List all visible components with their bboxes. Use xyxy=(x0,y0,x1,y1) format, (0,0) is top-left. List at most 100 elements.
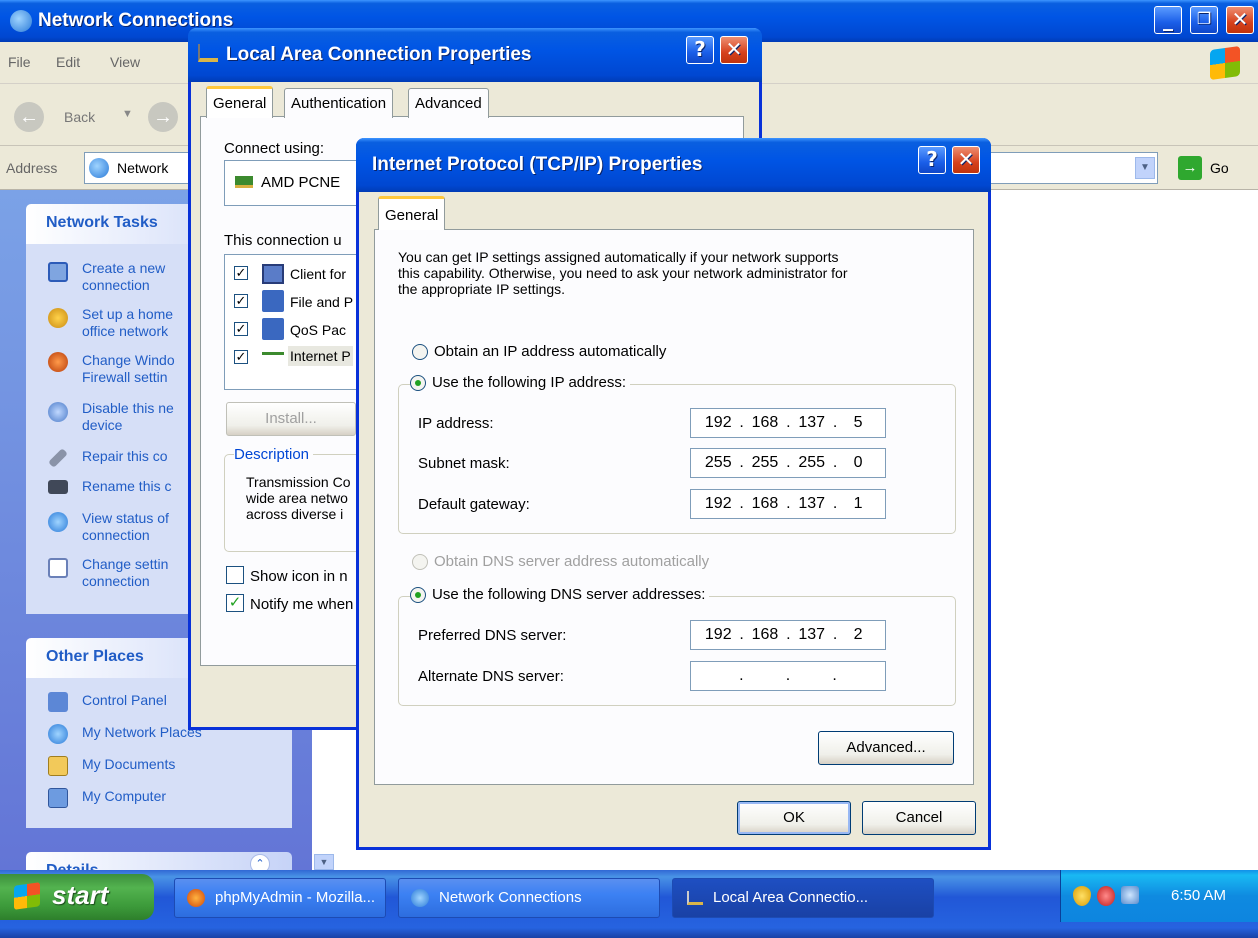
radio-button[interactable] xyxy=(412,343,428,360)
back-dropdown-icon[interactable]: ▼ xyxy=(122,108,133,120)
ip-octet[interactable]: 137 xyxy=(798,414,825,432)
tcpip-close-button[interactable]: ✕ xyxy=(952,146,980,174)
place-control-panel[interactable]: Control Panel xyxy=(82,692,167,709)
radio-use-following-dns[interactable]: Use the following DNS server addresses: xyxy=(410,586,710,603)
address-label: Address xyxy=(6,160,58,176)
subnet-octet[interactable]: 0 xyxy=(845,454,871,472)
security-shield-icon[interactable] xyxy=(1073,886,1091,906)
ip-address-input[interactable]: 192. 168. 137. 5 xyxy=(690,408,886,438)
address-dropdown-icon[interactable]: ▼ xyxy=(1135,157,1155,179)
advanced-button[interactable]: Advanced... xyxy=(818,731,954,765)
ip-octet[interactable]: 5 xyxy=(845,414,871,432)
radio-obtain-dns-label: Obtain DNS server address automatically xyxy=(434,553,710,570)
component-checkbox[interactable]: ✓ xyxy=(234,350,248,364)
close-button[interactable]: ✕ xyxy=(1226,6,1254,34)
preferred-dns-input[interactable]: 192. 168. 137. 2 xyxy=(690,620,886,650)
task-status-line1: View status of xyxy=(82,510,169,526)
task-view-status[interactable]: View status of connection xyxy=(82,510,169,544)
gateway-octet[interactable]: 192 xyxy=(705,495,732,513)
radio-obtain-ip-auto[interactable]: Obtain an IP address automatically xyxy=(412,343,666,360)
disable-device-icon xyxy=(48,402,68,422)
lac-close-button[interactable]: ✕ xyxy=(720,36,748,64)
lac-help-button[interactable]: ? xyxy=(686,36,714,64)
taskbar-phpmyadmin[interactable]: phpMyAdmin - Mozilla... xyxy=(174,878,386,918)
go-arrow-icon[interactable]: → xyxy=(1178,156,1202,180)
subnet-octet[interactable]: 255 xyxy=(798,454,825,472)
component-qos[interactable]: QoS Pac xyxy=(290,322,346,338)
menu-file[interactable]: File xyxy=(8,54,31,70)
my-network-places-icon xyxy=(48,724,68,744)
protocol-icon xyxy=(262,352,284,362)
clock[interactable]: 6:50 AM xyxy=(1171,887,1226,904)
start-button[interactable]: start xyxy=(0,874,154,920)
place-my-computer[interactable]: My Computer xyxy=(82,788,166,805)
radio-obtain-ip-label: Obtain an IP address automatically xyxy=(434,343,667,360)
gateway-octet[interactable]: 137 xyxy=(798,495,825,513)
component-checkbox[interactable]: ✓ xyxy=(234,322,248,336)
security-alert-icon[interactable] xyxy=(1097,886,1115,906)
cancel-button[interactable]: Cancel xyxy=(862,801,976,835)
component-checkbox[interactable]: ✓ xyxy=(234,266,248,280)
dns-octet[interactable]: 192 xyxy=(705,626,732,644)
minimize-button[interactable]: _ xyxy=(1154,6,1182,34)
subnet-mask-input[interactable]: 255. 255. 255. 0 xyxy=(690,448,886,478)
lac-tab-general[interactable]: General xyxy=(206,86,274,118)
show-icon-checkbox[interactable] xyxy=(226,566,244,584)
radio-button[interactable] xyxy=(410,374,426,391)
go-label[interactable]: Go xyxy=(1210,160,1229,176)
tcpip-help-button[interactable]: ? xyxy=(918,146,946,174)
place-my-network-places[interactable]: My Network Places xyxy=(82,724,202,741)
gateway-octet[interactable]: 1 xyxy=(845,495,871,513)
radio-button[interactable] xyxy=(412,553,428,570)
notify-label[interactable]: Notify me when xyxy=(250,596,353,613)
task-settings-line1: Change settin xyxy=(82,556,169,572)
ip-octet[interactable]: 168 xyxy=(752,414,779,432)
menu-view[interactable]: View xyxy=(110,54,140,70)
default-gateway-input[interactable]: 192. 168. 137. 1 xyxy=(690,489,886,519)
radio-button[interactable] xyxy=(410,586,426,603)
scrollbar-down-arrow[interactable]: ▼ xyxy=(314,854,334,870)
task-rename[interactable]: Rename this c xyxy=(82,478,171,495)
subnet-octet[interactable]: 255 xyxy=(705,454,732,472)
gateway-octet[interactable]: 168 xyxy=(752,495,779,513)
forward-arrow-icon[interactable]: → xyxy=(148,102,178,132)
lac-tab-advanced[interactable]: Advanced xyxy=(408,88,489,118)
dns-octet[interactable]: 2 xyxy=(845,626,871,644)
tcpip-titlebar[interactable]: Internet Protocol (TCP/IP) Properties ? … xyxy=(356,138,991,192)
tcpip-tab-general[interactable]: General xyxy=(378,196,446,230)
task-disable-device[interactable]: Disable this ne device xyxy=(82,400,174,434)
dns-octet[interactable]: 168 xyxy=(752,626,779,644)
notify-checkbox[interactable]: ✓ xyxy=(226,594,244,612)
show-icon-label[interactable]: Show icon in n xyxy=(250,568,348,585)
place-my-documents[interactable]: My Documents xyxy=(82,756,175,773)
network-tray-icon[interactable] xyxy=(1121,886,1139,904)
task-firewall[interactable]: Change Windo Firewall settin xyxy=(82,352,175,386)
component-checkbox[interactable]: ✓ xyxy=(234,294,248,308)
task-firewall-line2: Firewall settin xyxy=(82,369,168,385)
taskbar-network-connections[interactable]: Network Connections xyxy=(398,878,660,918)
dns-octet[interactable]: 137 xyxy=(798,626,825,644)
lac-tab-authentication[interactable]: Authentication xyxy=(284,88,394,118)
component-file-printer[interactable]: File and P xyxy=(290,294,353,310)
component-internet-protocol[interactable]: Internet P xyxy=(288,346,353,366)
menu-edit[interactable]: Edit xyxy=(56,54,80,70)
task-create-connection[interactable]: Create a new connection xyxy=(82,260,165,294)
alternate-dns-input[interactable]: ... xyxy=(690,661,886,691)
intro-line1: You can get IP settings assigned automat… xyxy=(398,249,839,265)
install-button[interactable]: Install... xyxy=(226,402,356,436)
task-home-network[interactable]: Set up a home office network xyxy=(82,306,173,340)
back-button-label[interactable]: Back xyxy=(64,109,95,125)
ip-octet[interactable]: 192 xyxy=(705,414,732,432)
radio-obtain-dns-auto[interactable]: Obtain DNS server address automatically xyxy=(412,553,709,570)
component-client[interactable]: Client for xyxy=(290,266,346,282)
back-arrow-icon[interactable]: ← xyxy=(14,102,44,132)
radio-use-following-ip[interactable]: Use the following IP address: xyxy=(410,374,630,391)
task-repair[interactable]: Repair this co xyxy=(82,448,168,465)
subnet-octet[interactable]: 255 xyxy=(752,454,779,472)
lac-titlebar[interactable]: Local Area Connection Properties ? ✕ xyxy=(188,28,762,82)
task-change-settings[interactable]: Change settin connection xyxy=(82,556,168,590)
system-tray: 6:50 AM xyxy=(1060,870,1258,922)
ok-button[interactable]: OK xyxy=(737,801,851,835)
taskbar-local-area-connection[interactable]: Local Area Connectio... xyxy=(672,878,934,918)
restore-button[interactable]: ❐ xyxy=(1190,6,1218,34)
